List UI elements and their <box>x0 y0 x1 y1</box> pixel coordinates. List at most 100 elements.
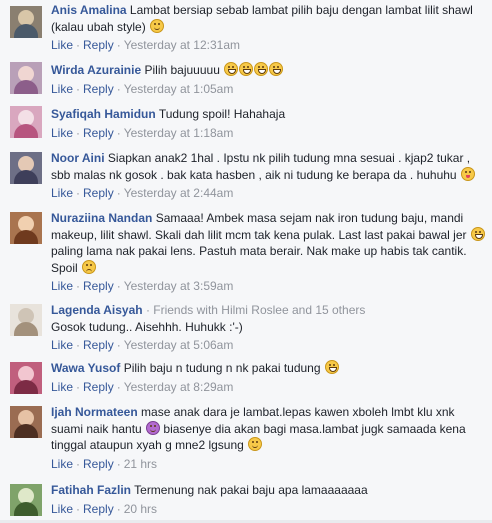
comment-body: Syafiqah Hamidun Tudung spoil! Hahahaja … <box>51 106 485 141</box>
comment-body: Nuraziina Nandan Samaaa! Ambek masa seja… <box>51 210 485 294</box>
comment-text-block: Lagenda Aisyah · Friends with Hilmi Rosl… <box>51 302 485 335</box>
comment-timestamp[interactable]: 21 hrs <box>124 457 157 471</box>
avatar[interactable] <box>10 106 42 138</box>
comment-body: Noor Aini Siapkan anak2 1hal . Ipstu nk … <box>51 150 485 201</box>
separator-dot: · <box>116 456 121 471</box>
like-link[interactable]: Like <box>51 186 73 200</box>
like-link[interactable]: Like <box>51 82 73 96</box>
reply-link[interactable]: Reply <box>83 38 114 52</box>
tongue-emoji-icon <box>460 166 475 181</box>
separator-dot: · <box>76 279 81 293</box>
comment-author[interactable]: Noor Aini <box>51 151 105 165</box>
separator-dot: · <box>76 186 81 200</box>
like-link[interactable]: Like <box>51 38 73 52</box>
comment-body: Wawa Yusof Pilih baju n tudung n nk paka… <box>51 360 485 395</box>
separator-dot: · <box>76 456 81 471</box>
comment-actions: Like · Reply · Yesterday at 5:06am <box>51 337 485 353</box>
avatar[interactable] <box>10 484 42 516</box>
avatar[interactable] <box>10 406 42 438</box>
comment-actions: Like · Reply · 20 hrs <box>51 501 485 517</box>
comment-timestamp[interactable]: Yesterday at 3:59am <box>124 279 234 293</box>
like-link[interactable]: Like <box>51 279 73 293</box>
comment-timestamp[interactable]: 20 hrs <box>124 502 157 516</box>
slight-smile-emoji-icon <box>248 437 263 451</box>
avatar[interactable] <box>10 304 42 336</box>
comment-actions: Like · Reply · Yesterday at 12:31am <box>51 37 485 53</box>
separator-dot: · <box>116 338 121 352</box>
comment-text-block: Wirda Azurainie Pilih bajuuuuu <box>51 62 485 79</box>
comment-text-continued: paling lama nak pakai lens. Pastuh mata … <box>51 244 467 275</box>
separator-dot: · <box>76 379 81 394</box>
comment-author[interactable]: Lagenda Aisyah <box>51 303 143 317</box>
comment-text: Pilih baju n tudung n nk pakai tudung <box>123 361 321 375</box>
grin-emoji-icon <box>269 62 284 76</box>
comments-list: Anis Amalina Lambat bersiap sebab lambat… <box>0 0 492 523</box>
comment-timestamp[interactable]: Yesterday at 1:05am <box>124 82 234 96</box>
separator-dot: · <box>76 125 81 140</box>
comment-text-block: Fatihah Fazlin Termenung nak pakai baju … <box>51 482 485 499</box>
reply-link[interactable]: Reply <box>83 502 114 516</box>
like-link[interactable]: Like <box>51 380 73 394</box>
separator-dot: · <box>76 38 81 52</box>
slight-smile-emoji-icon <box>150 18 165 33</box>
avatar[interactable] <box>10 212 42 244</box>
separator-dot: · <box>116 186 121 200</box>
comment-timestamp[interactable]: Yesterday at 1:18am <box>124 126 234 140</box>
reply-link[interactable]: Reply <box>83 338 114 352</box>
like-link[interactable]: Like <box>51 457 73 471</box>
comment-timestamp[interactable]: Yesterday at 12:31am <box>124 38 240 52</box>
cry-emoji-icon <box>82 259 97 274</box>
grin-emoji-icon <box>254 62 269 76</box>
comment-author[interactable]: Wirda Azurainie <box>51 63 141 77</box>
comment-actions: Like · Reply · Yesterday at 3:59am <box>51 278 485 294</box>
comment-timestamp[interactable]: Yesterday at 8:29am <box>124 380 234 394</box>
comment-author[interactable]: Nuraziina Nandan <box>51 211 152 225</box>
separator-dot: · <box>76 338 81 352</box>
comment-actions: Like · Reply · Yesterday at 2:44am <box>51 185 485 201</box>
comment-author[interactable]: Ijah Normateen <box>51 405 138 419</box>
comment-actions: Like · Reply · Yesterday at 1:18am <box>51 125 485 141</box>
reply-link[interactable]: Reply <box>83 279 114 293</box>
comment-body: Fatihah Fazlin Termenung nak pakai baju … <box>51 482 485 517</box>
comment-text: Gosok tudung.. Aisehhh. Huhukk :'-) <box>51 319 243 334</box>
laugh-emoji-icon <box>324 360 339 374</box>
comment-text-block: Ijah Normateen mase anak dara je lambat.… <box>51 404 485 454</box>
comment-body: Anis Amalina Lambat bersiap sebab lambat… <box>51 2 485 53</box>
comment-actions: Like · Reply · Yesterday at 8:29am <box>51 379 485 395</box>
avatar[interactable] <box>10 362 42 394</box>
reply-link[interactable]: Reply <box>83 82 114 96</box>
reply-link[interactable]: Reply <box>83 186 114 200</box>
comment-timestamp[interactable]: Yesterday at 2:44am <box>124 186 234 200</box>
comment-text: Pilih bajuuuuu <box>144 63 220 77</box>
like-link[interactable]: Like <box>51 126 73 140</box>
comment-actions: Like · Reply · Yesterday at 1:05am <box>51 81 485 97</box>
separator-dot: · <box>116 379 121 394</box>
friends-context[interactable]: · Friends with Hilmi Roslee and 15 other… <box>146 303 365 317</box>
comment-author[interactable]: Syafiqah Hamidun <box>51 107 156 121</box>
comment-author[interactable]: Fatihah Fazlin <box>51 483 131 497</box>
comment-text-block: Syafiqah Hamidun Tudung spoil! Hahahaja <box>51 106 485 123</box>
devil-emoji-icon <box>146 420 161 435</box>
like-link[interactable]: Like <box>51 502 73 516</box>
comment-timestamp[interactable]: Yesterday at 5:06am <box>124 338 234 352</box>
comment-body: Ijah Normateen mase anak dara je lambat.… <box>51 404 485 472</box>
comment-text: Siapkan anak2 1hal . Ipstu nk pilih tudu… <box>51 151 471 182</box>
avatar[interactable] <box>10 62 42 94</box>
separator-dot: · <box>116 81 121 96</box>
reply-link[interactable]: Reply <box>83 126 114 140</box>
avatar[interactable] <box>10 6 42 38</box>
like-link[interactable]: Like <box>51 338 73 352</box>
separator-dot: · <box>76 81 81 96</box>
comment-text-block: Wawa Yusof Pilih baju n tudung n nk paka… <box>51 360 485 377</box>
comment-body: Lagenda Aisyah · Friends with Hilmi Rosl… <box>51 302 485 353</box>
comment-body: Wirda Azurainie Pilih bajuuuuu Like · Repl… <box>51 62 485 97</box>
comment-author[interactable]: Anis Amalina <box>51 3 127 17</box>
comment-text: Termenung nak pakai baju apa lamaaaaaaa <box>134 483 368 497</box>
avatar[interactable] <box>10 152 42 184</box>
reply-link[interactable]: Reply <box>83 457 114 471</box>
laugh-emoji-icon <box>470 226 485 241</box>
separator-dot: · <box>116 279 121 293</box>
reply-link[interactable]: Reply <box>83 380 114 394</box>
comment-author[interactable]: Wawa Yusof <box>51 361 120 375</box>
grin-emoji-icon <box>239 62 254 76</box>
